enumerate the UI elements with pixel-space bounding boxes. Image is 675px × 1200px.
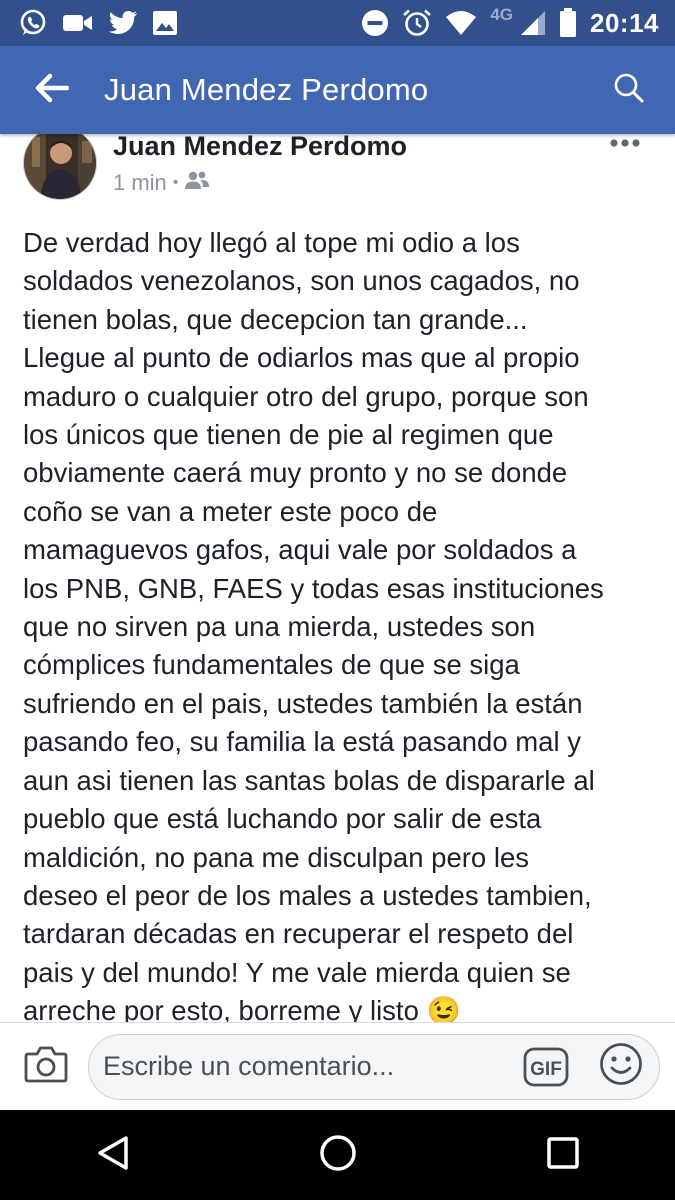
post-meta: 1 min • [113,170,210,196]
wifi-icon [445,10,477,36]
author-name[interactable]: Juan Mendez Perdomo [113,134,407,162]
search-button[interactable] [599,60,659,120]
nav-home-button[interactable] [298,1115,378,1195]
comment-input[interactable]: Escribe un comentario... GIF [88,1033,660,1100]
signal-icon [520,10,546,36]
clock: 20:14 [590,7,659,38]
camera-icon [24,1045,68,1088]
gif-label: GIF [530,1059,562,1080]
search-icon [613,72,645,109]
system-nav-bar [0,1110,675,1200]
recents-square-icon [546,1136,580,1175]
whatsapp-icon [18,8,48,38]
system-icons: 4G 20:14 [361,5,675,39]
video-camera-icon [62,11,94,35]
image-icon [152,10,178,36]
gif-button[interactable]: GIF [523,1047,569,1087]
page-title: Juan Mendez Perdomo [104,72,429,107]
twitter-icon [108,10,138,36]
friends-icon [184,170,210,196]
more-options-button[interactable] [605,134,645,154]
home-circle-icon [319,1134,357,1177]
network-type: 4G [490,5,513,24]
more-horizontal-icon [609,135,641,153]
meta-separator: • [172,174,179,191]
alarm-icon [402,8,432,38]
battery-icon [559,8,577,38]
emoji-icon [599,1042,643,1091]
back-button[interactable] [22,60,82,120]
notification-icons [0,8,178,38]
back-triangle-icon [96,1135,130,1176]
camera-button[interactable] [18,1039,74,1095]
post-text: De verdad hoy llegó al tope mi odio a lo… [23,227,604,1022]
post-header: Juan Mendez Perdomo 1 min • [0,134,675,214]
arrow-back-icon [35,73,70,108]
comment-bar: Escribe un comentario... GIF [0,1022,675,1110]
post: Juan Mendez Perdomo 1 min • De verdad ho… [0,134,675,1022]
comment-placeholder: Escribe un comentario... [103,1051,395,1081]
status-bar: 4G 20:14 [0,0,675,46]
app-bar: Juan Mendez Perdomo [0,46,675,134]
do-not-disturb-icon [361,9,389,37]
nav-back-button[interactable] [73,1115,153,1195]
emoji-button[interactable] [597,1043,645,1091]
post-time[interactable]: 1 min [113,170,167,196]
avatar[interactable] [23,134,97,200]
nav-recents-button[interactable] [523,1115,603,1195]
